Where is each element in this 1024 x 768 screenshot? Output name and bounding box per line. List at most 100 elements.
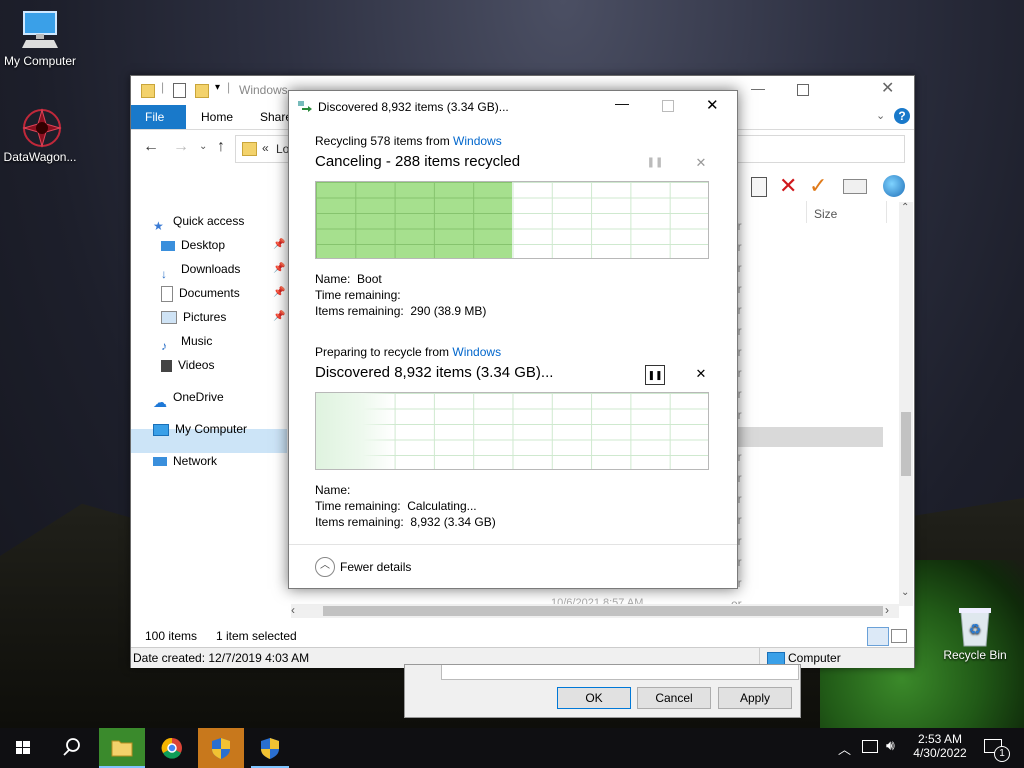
vertical-scrollbar[interactable]: ⌃ ⌄	[899, 202, 913, 606]
search-button[interactable]	[48, 728, 94, 768]
new-folder-quick-icon[interactable]	[195, 84, 209, 98]
scroll-left-icon[interactable]: ‹	[291, 603, 295, 617]
rename-icon[interactable]	[843, 179, 867, 194]
sidebar-item-network[interactable]: Network	[153, 450, 217, 472]
sidebar-item-desktop[interactable]: Desktop 📌	[161, 234, 285, 256]
dialog-title: Discovered 8,932 items (3.34 GB)...	[318, 100, 509, 114]
sidebar-item-music[interactable]: ♪ Music	[161, 330, 212, 353]
op2-name-row: Name:	[315, 482, 496, 498]
taskbar-uac-app-1[interactable]	[198, 728, 244, 768]
op2-cancel-button[interactable]: ✕	[692, 365, 710, 383]
op2-headline: Discovered 8,932 items (3.34 GB)...	[315, 364, 554, 381]
taskbar-chrome[interactable]	[149, 728, 195, 768]
details-view-icon[interactable]	[867, 627, 889, 646]
op1-time-row: Time remaining:	[315, 287, 486, 303]
transfer-icon	[298, 100, 312, 112]
sidebar-item-documents[interactable]: Documents 📌	[161, 282, 285, 304]
column-header-size[interactable]: Size	[814, 207, 837, 221]
scroll-right-icon[interactable]: ›	[885, 603, 889, 617]
horizontal-scrollbar[interactable]: ‹ ›	[291, 603, 899, 618]
scrollbar-thumb[interactable]	[901, 412, 911, 476]
clipboard-icon[interactable]	[751, 177, 767, 197]
action-center-button[interactable]: 1	[980, 728, 1020, 768]
recent-locations-icon[interactable]: ⌄	[199, 141, 207, 152]
pin-icon[interactable]: 📌	[273, 282, 285, 304]
sidebar-item-videos[interactable]: Videos	[161, 354, 214, 376]
check-icon[interactable]: ✓	[809, 173, 827, 199]
back-icon[interactable]: ←	[143, 138, 159, 156]
minimize-button[interactable]: —	[751, 80, 765, 96]
maximize-button[interactable]	[797, 84, 809, 96]
chevron-up-icon[interactable]: ︿	[838, 739, 851, 758]
cancel-button[interactable]: Cancel	[637, 687, 711, 709]
op1-headline: Canceling - 288 items recycled	[315, 153, 521, 170]
minimize-button[interactable]: —	[615, 95, 629, 111]
ok-button[interactable]: OK	[557, 687, 631, 709]
sidebar-item-label: Desktop	[181, 238, 226, 252]
large-icons-view-icon[interactable]	[891, 629, 907, 643]
help-icon[interactable]: ?	[894, 108, 910, 124]
close-button[interactable]: ✕	[706, 96, 719, 114]
globe-icon[interactable]	[883, 175, 905, 197]
op2-details: Name: Time remaining: Calculating... Ite…	[315, 482, 496, 530]
pin-icon[interactable]: 📌	[273, 258, 285, 280]
op2-progress-fill	[316, 393, 395, 469]
op2-source-link[interactable]: Windows	[452, 345, 501, 359]
items-label: Items remaining:	[315, 304, 404, 318]
scroll-up-icon[interactable]: ⌃	[901, 202, 909, 213]
chrome-icon	[161, 737, 182, 759]
volume-icon[interactable]: 🔊︎	[886, 737, 895, 754]
time-label: Time remaining:	[315, 499, 401, 513]
time-label: Time remaining:	[315, 288, 401, 302]
op2-progress-graph	[315, 392, 709, 470]
properties-quick-icon[interactable]	[173, 83, 186, 98]
pin-icon[interactable]: 📌	[273, 234, 285, 256]
taskbar-uac-app-2[interactable]	[247, 728, 293, 768]
tab-home[interactable]: Home	[187, 105, 247, 129]
delete-icon[interactable]: ✕	[779, 173, 797, 199]
scrollbar-thumb[interactable]	[323, 606, 883, 616]
op1-source-line: Recycling 578 items from Windows	[315, 134, 502, 148]
recycle-progress-dialog: Discovered 8,932 items (3.34 GB)... — ✕ …	[288, 90, 738, 589]
sidebar-item-label: Network	[173, 454, 218, 468]
folder-icon	[242, 142, 257, 156]
ribbon-expand-icon[interactable]: ⌄	[876, 109, 885, 122]
up-icon[interactable]: ↑	[217, 138, 225, 156]
items-label: Items remaining:	[315, 515, 404, 529]
sidebar-item-quick-access[interactable]: ★ Quick access	[153, 210, 244, 233]
op1-source-link[interactable]: Windows	[453, 134, 502, 148]
sidebar-item-label: Videos	[178, 358, 215, 372]
items-value: 290 (38.9 MB)	[410, 304, 487, 318]
selected-file-row[interactable]	[721, 427, 883, 447]
desktop-icon-recycle-bin[interactable]: ♻ Recycle Bin	[935, 604, 1015, 662]
date-created: Date created: 12/7/2019 4:03 AM	[133, 651, 310, 665]
op1-progress-graph	[315, 181, 709, 259]
op2-pause-button[interactable]: ❚❚	[645, 365, 665, 385]
taskbar-file-explorer[interactable]	[99, 728, 145, 768]
customize-quick-access-icon[interactable]: ▾	[215, 82, 220, 93]
sidebar-item-pictures[interactable]: Pictures 📌	[161, 306, 285, 328]
network-icon[interactable]	[862, 740, 878, 753]
folder-icon	[111, 740, 133, 757]
column-divider	[886, 201, 887, 223]
pin-icon[interactable]: 📌	[273, 306, 285, 328]
desktop-icon-my-computer[interactable]: My Computer	[0, 10, 80, 68]
clock[interactable]: 2:53 AM 4/30/2022	[906, 728, 974, 768]
op1-details: Name: Boot Time remaining: Items remaini…	[315, 271, 486, 319]
apply-button[interactable]: Apply	[718, 687, 792, 709]
start-button[interactable]	[0, 728, 46, 768]
column-divider	[806, 201, 807, 223]
monitor-icon	[153, 423, 169, 436]
sidebar-item-downloads[interactable]: ↓ Downloads 📌	[161, 258, 285, 281]
scroll-down-icon[interactable]: ⌄	[901, 587, 909, 598]
sidebar-item-onedrive[interactable]: ☁ OneDrive	[153, 386, 224, 410]
close-button[interactable]: ✕	[881, 78, 894, 98]
system-tray-icons: ︿ 🔊︎	[838, 728, 908, 768]
sidebar-item-my-computer[interactable]: My Computer	[153, 418, 247, 440]
tab-file[interactable]: File	[131, 105, 186, 129]
taskbar: ︿ 🔊︎ 2:53 AM 4/30/2022 1	[0, 728, 1024, 768]
desktop-icon-datawagon[interactable]: DataWagon...	[0, 106, 80, 164]
breadcrumb-overflow-icon[interactable]: «	[262, 141, 269, 155]
separator: |	[227, 80, 231, 94]
forward-icon[interactable]: →	[173, 138, 189, 156]
